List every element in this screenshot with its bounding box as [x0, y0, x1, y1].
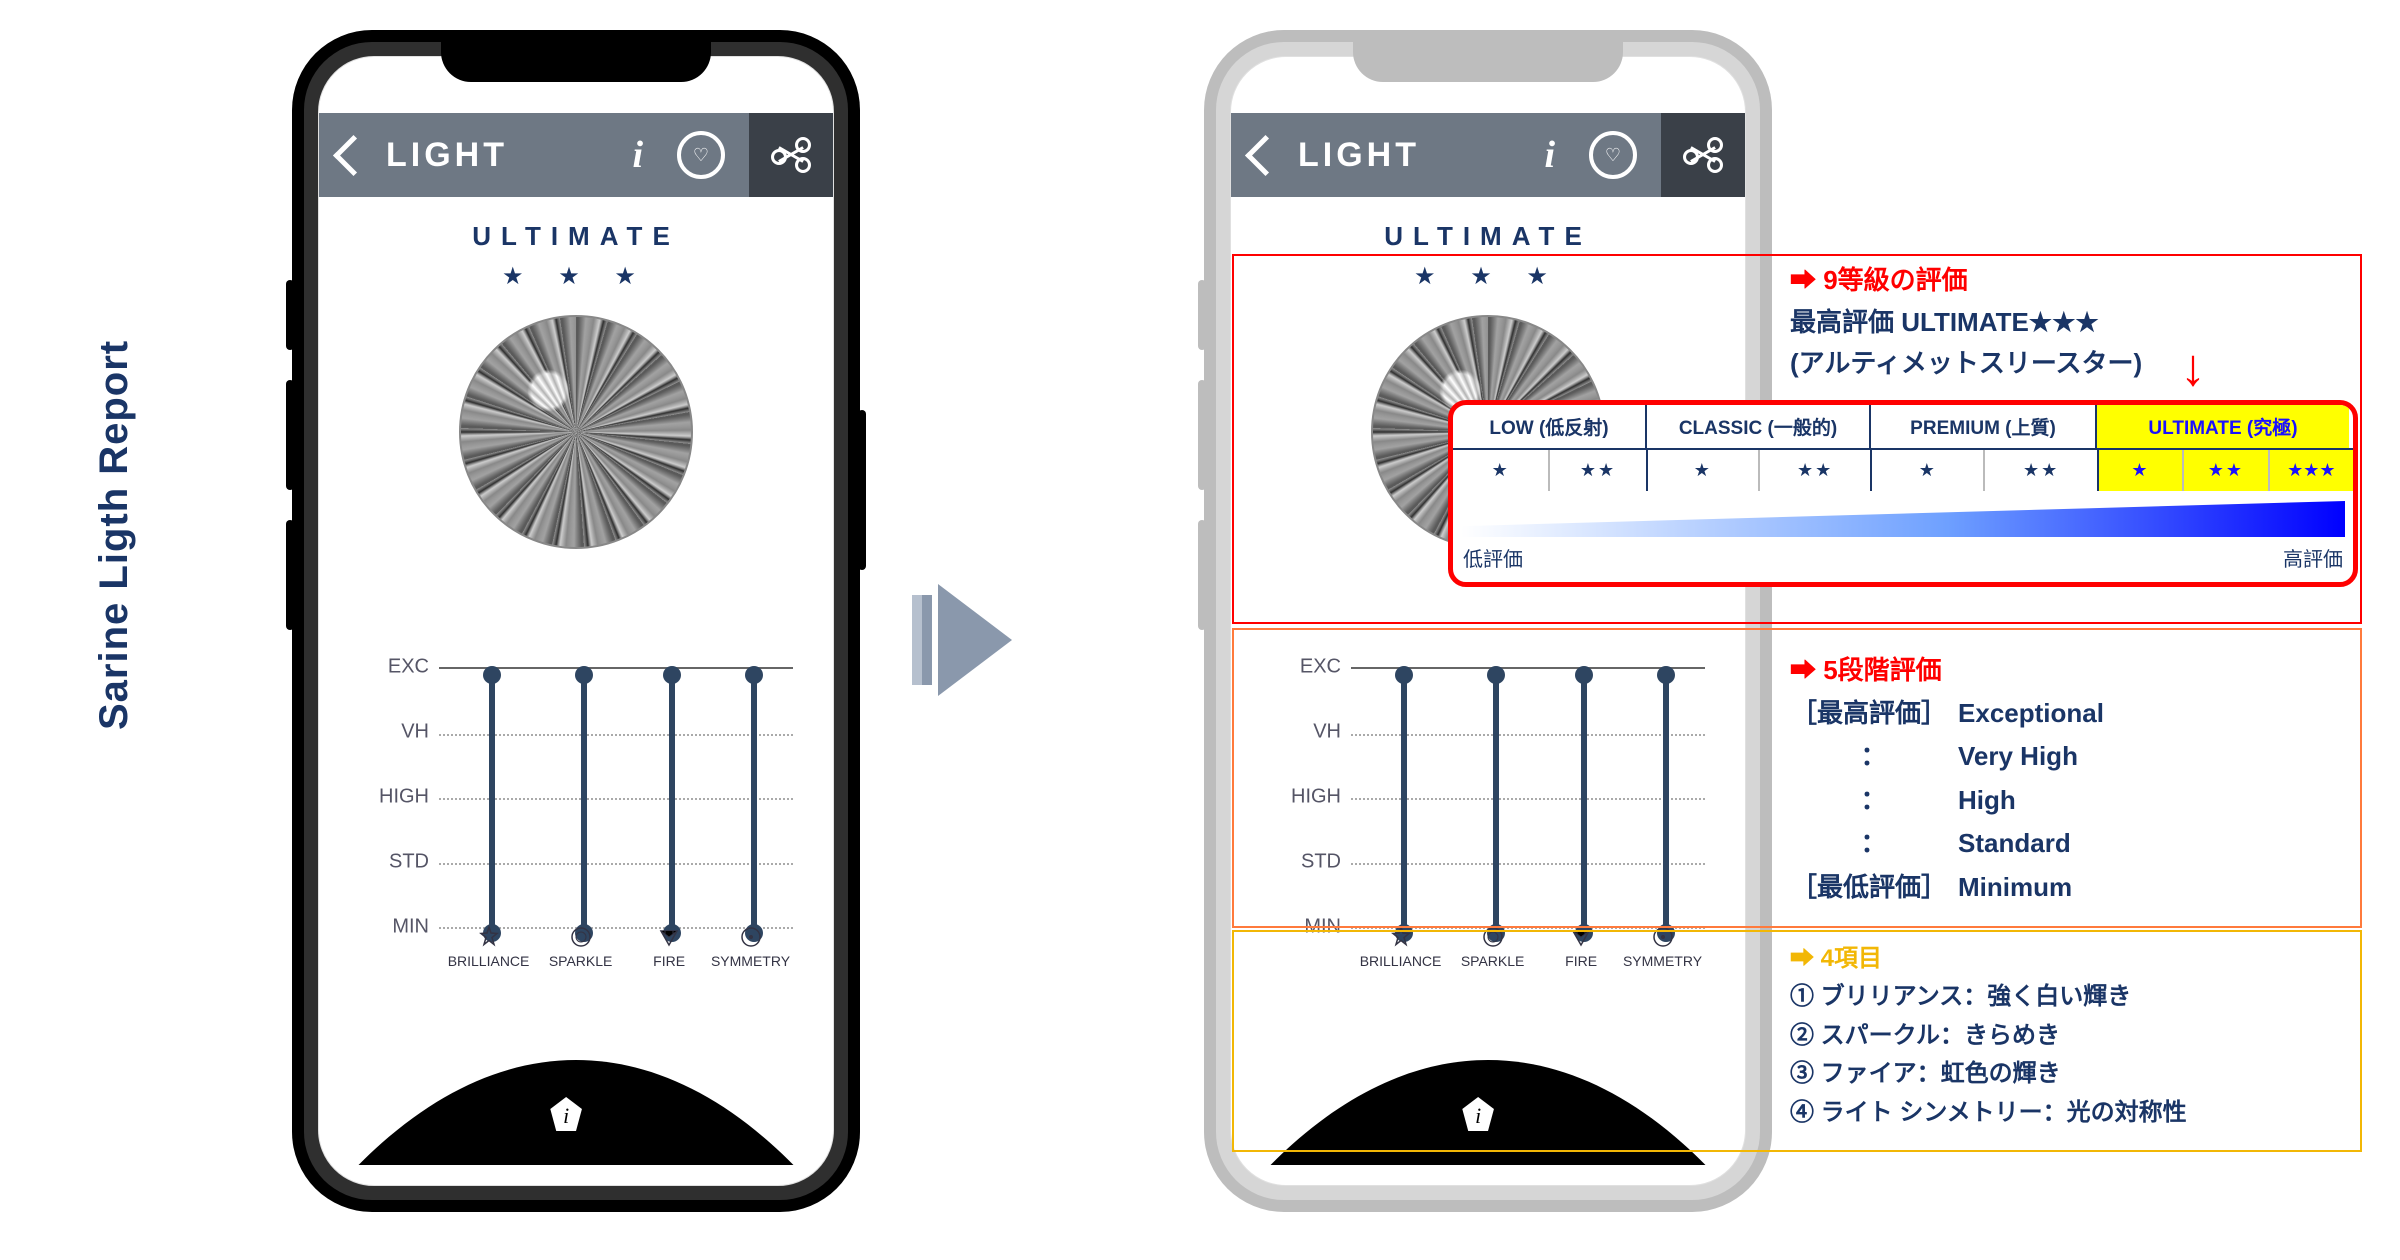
- topbar-title: LIGHT: [386, 136, 508, 175]
- ylabel: EXC: [388, 656, 429, 679]
- ratings-table: LOW (低反射) CLASSIC (一般的) PREMIUM (上質) ULT…: [1448, 400, 2358, 587]
- svg-text:i: i: [563, 1104, 569, 1128]
- xlabel: BRILLIANCE: [444, 953, 534, 969]
- share-button[interactable]: [1661, 113, 1745, 197]
- xlabel: SYMMETRY: [706, 953, 796, 969]
- ratings-head: ULTIMATE (究極): [2097, 405, 2349, 448]
- back-icon[interactable]: [333, 134, 374, 175]
- grade-title: ULTIMATE: [319, 221, 833, 252]
- info-icon[interactable]: i: [1544, 133, 1555, 177]
- callout-9grades: ➡ 9等級の評価 最高評価 ULTIMATE★★★ (アルティメットスリースター…: [1790, 260, 2142, 385]
- callout-4items: ➡ 4項目 ① ブリリアンス：強く白い輝き ② スパークル：きらめき ③ ファイ…: [1790, 940, 2187, 1132]
- scale-high: 高評価: [2283, 543, 2343, 572]
- ylabel: VH: [401, 721, 429, 744]
- info-icon[interactable]: i: [632, 133, 643, 177]
- ylabel: MIN: [392, 916, 429, 939]
- back-icon[interactable]: [1245, 134, 1286, 175]
- app-topbar: LIGHT i ♡: [1231, 113, 1745, 197]
- diamond-ring-icon[interactable]: ♡: [1589, 131, 1637, 179]
- performance-chart: EXC VH HIGH STD MIN: [359, 667, 793, 977]
- share-button[interactable]: [749, 113, 833, 197]
- ratings-head: PREMIUM (上質): [1871, 405, 2097, 448]
- scale-gradient: [1461, 501, 2345, 537]
- callout-5levels: ➡ 5段階評価 ［最高評価］Exceptional ：Very High ：Hi…: [1790, 650, 2105, 910]
- diamond-image: [459, 315, 693, 549]
- transition-arrow: [912, 580, 1092, 700]
- ylabel: HIGH: [379, 786, 429, 809]
- ylabel: STD: [389, 851, 429, 874]
- side-title: Sarine Ligth Report: [92, 340, 137, 730]
- grade-title: ULTIMATE: [1231, 221, 1745, 252]
- app-topbar: LIGHT i ♡: [319, 113, 833, 197]
- grade-stars: ★ ★ ★: [319, 262, 833, 291]
- down-arrow-icon: ↓: [2180, 338, 2206, 398]
- xlabel: FIRE: [624, 953, 714, 969]
- phone-left: LIGHT i ♡ ULTIMATE ★ ★ ★ EXC VH HIGH STD…: [292, 30, 860, 1212]
- scale-low: 低評価: [1463, 543, 1523, 572]
- topbar-title: LIGHT: [1298, 136, 1420, 175]
- xlabel: SPARKLE: [536, 953, 626, 969]
- footer-shape: i: [319, 1055, 833, 1165]
- diamond-ring-icon[interactable]: ♡: [677, 131, 725, 179]
- ratings-head: CLASSIC (一般的): [1647, 405, 1871, 448]
- ratings-head: LOW (低反射): [1453, 405, 1647, 448]
